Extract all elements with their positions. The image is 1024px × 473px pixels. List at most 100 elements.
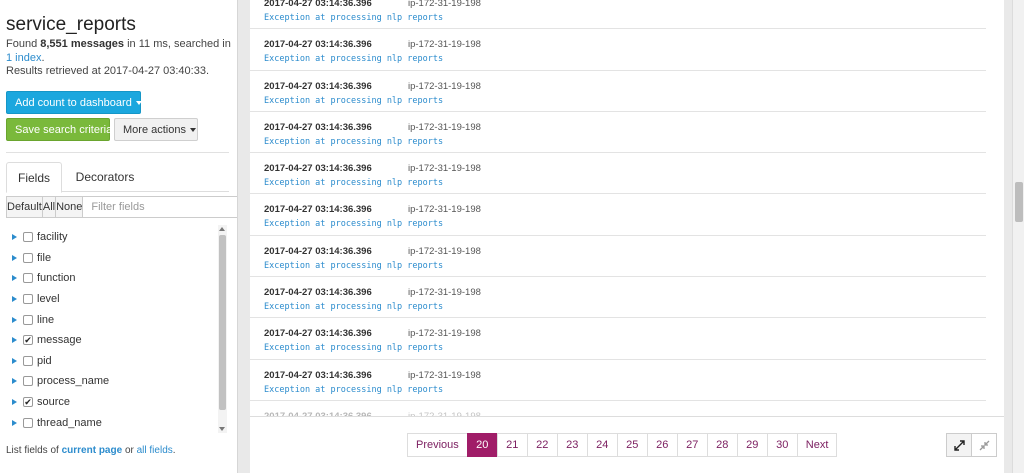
message-timestamp: 2017-04-27 03:14:36.396 xyxy=(264,163,372,175)
message-text: Exception at processing nlp reports xyxy=(264,13,444,23)
expand-toggle-group xyxy=(946,433,997,457)
field-checkbox[interactable]: ✔ xyxy=(23,397,33,408)
page-button-23[interactable]: 23 xyxy=(556,433,588,457)
message-timestamp: 2017-04-27 03:14:36.396 xyxy=(264,204,372,216)
all-fields-link[interactable]: all fields xyxy=(137,445,173,456)
sidebar-tabs: Fields Decorators xyxy=(6,162,229,193)
message-row[interactable]: 2017-04-27 03:14:36.396 ip-172-31-19-198 E… xyxy=(250,360,986,401)
message-row[interactable]: 2017-04-27 03:14:36.396 ip-172-31-19-198 E… xyxy=(250,194,986,236)
page-button-30[interactable]: 30 xyxy=(766,433,798,457)
message-row[interactable]: 2017-04-27 03:14:36.396 ip-172-31-19-198 E… xyxy=(250,318,986,360)
message-row[interactable]: 2017-04-27 03:14:36.396 ip-172-31-19-198 E… xyxy=(250,236,986,278)
message-count: 8,551 messages xyxy=(40,38,125,50)
message-source: ip-172-31-19-198 xyxy=(408,0,481,9)
tab-decorators[interactable]: Decorators xyxy=(66,162,144,192)
more-actions-button[interactable]: More actions xyxy=(114,118,198,141)
field-checkbox[interactable] xyxy=(23,417,33,428)
all-fields-button[interactable]: All xyxy=(41,196,57,218)
stream-title: service_reports xyxy=(6,14,136,35)
field-item-file[interactable]: file xyxy=(6,248,218,269)
page-button-22[interactable]: 22 xyxy=(526,433,558,457)
field-label: facility xyxy=(37,231,68,244)
field-checkbox[interactable] xyxy=(23,273,33,284)
search-summary: Found 8,551 messages in 11 ms, searched … xyxy=(6,38,231,77)
field-checkbox[interactable] xyxy=(23,252,33,263)
expand-triangle-icon[interactable] xyxy=(12,399,17,406)
pagination: Previous 20 21 22 23 24 25 26 27 28 29 30 Next xyxy=(407,433,838,457)
default-fields-button[interactable]: Default xyxy=(6,196,43,218)
field-checkbox[interactable]: ✔ xyxy=(23,335,33,346)
field-checkbox[interactable] xyxy=(23,314,33,325)
expand-triangle-icon[interactable] xyxy=(12,419,17,426)
previous-page-button[interactable]: Previous xyxy=(407,433,468,457)
field-item-function[interactable]: function xyxy=(6,268,218,289)
expand-triangle-icon[interactable] xyxy=(12,378,17,385)
field-item-line[interactable]: line xyxy=(6,309,218,330)
page-button-28[interactable]: 28 xyxy=(706,433,738,457)
field-item-facility[interactable]: facility xyxy=(6,227,218,248)
page-button-26[interactable]: 26 xyxy=(646,433,678,457)
no-fields-button[interactable]: None xyxy=(55,196,84,218)
retrieved-time: Results retrieved at 2017-04-27 03:40:33… xyxy=(6,65,210,77)
message-row[interactable]: 2017-04-27 03:14:36.396 ip-172-31-19-198 E… xyxy=(250,277,986,319)
filter-fields-input[interactable] xyxy=(82,196,237,218)
message-row[interactable]: 2017-04-27 03:14:36.396 ip-172-31-19-198 E… xyxy=(250,71,986,112)
field-label: process_name xyxy=(37,375,110,388)
message-source: ip-172-31-19-198 xyxy=(408,163,481,175)
field-list-scrollbar[interactable] xyxy=(218,225,227,433)
field-item-pid[interactable]: pid xyxy=(6,351,218,372)
field-item-message[interactable]: ✔ message xyxy=(6,330,218,351)
field-item-thread_name[interactable]: thread_name xyxy=(6,412,218,433)
list-fields-note: List fields of current page or all field… xyxy=(6,445,176,456)
field-label: function xyxy=(37,272,76,285)
expand-triangle-icon[interactable] xyxy=(12,316,17,323)
message-timestamp: 2017-04-27 03:14:36.396 xyxy=(264,369,372,381)
current-page-link[interactable]: current page xyxy=(62,445,123,456)
index-link[interactable]: 1 index xyxy=(6,52,41,64)
field-checkbox[interactable] xyxy=(23,376,33,387)
compress-icon[interactable] xyxy=(971,433,997,457)
message-timestamp: 2017-04-27 03:14:36.396 xyxy=(264,39,372,51)
page-button-20[interactable]: 20 xyxy=(466,433,498,457)
caret-down-icon xyxy=(189,127,196,132)
message-timestamp: 2017-04-27 03:14:36.396 xyxy=(264,121,372,133)
tab-fields[interactable]: Fields xyxy=(6,162,62,193)
expand-icon[interactable] xyxy=(946,433,972,457)
next-page-button[interactable]: Next xyxy=(796,433,838,457)
message-row[interactable]: 2017-04-27 03:14:36.396 ip-172-31-19-198 E… xyxy=(250,29,986,71)
scroll-up-arrow-icon[interactable] xyxy=(219,227,225,231)
expand-triangle-icon[interactable] xyxy=(12,254,17,261)
field-checkbox[interactable] xyxy=(23,355,33,366)
message-text: Exception at processing nlp reports xyxy=(264,54,444,65)
field-label: line xyxy=(37,313,55,326)
field-checkbox[interactable] xyxy=(23,232,33,243)
field-list: facility file function level line ✔ message pid… xyxy=(6,227,218,434)
page-button-21[interactable]: 21 xyxy=(496,433,528,457)
page-scrollbar-thumb[interactable] xyxy=(1015,182,1023,222)
field-label: thread_name xyxy=(37,416,102,429)
scroll-down-arrow-icon[interactable] xyxy=(219,427,225,431)
message-row[interactable]: 2017-04-27 03:14:36.396 ip-172-31-19-198 E… xyxy=(250,112,986,154)
field-item-level[interactable]: level xyxy=(6,289,218,310)
expand-triangle-icon[interactable] xyxy=(12,234,17,241)
message-source: ip-172-31-19-198 xyxy=(408,245,481,257)
expand-triangle-icon[interactable] xyxy=(12,357,17,364)
expand-triangle-icon[interactable] xyxy=(12,296,17,303)
expand-triangle-icon[interactable] xyxy=(12,275,17,282)
field-item-process_name[interactable]: process_name xyxy=(6,371,218,392)
message-row[interactable]: 2017-04-27 03:14:36.396 ip-172-31-19-198 E… xyxy=(250,153,986,195)
page-button-29[interactable]: 29 xyxy=(736,433,768,457)
add-count-to-dashboard-button[interactable]: Add count to dashboard xyxy=(6,91,142,114)
save-search-criteria-button[interactable]: Save search criteria xyxy=(6,118,112,141)
expand-triangle-icon[interactable] xyxy=(12,337,17,344)
field-label: message xyxy=(37,334,82,347)
page-scrollbar[interactable] xyxy=(1012,0,1024,473)
field-item-source[interactable]: ✔ source xyxy=(6,392,218,413)
page-button-24[interactable]: 24 xyxy=(586,433,618,457)
message-source: ip-172-31-19-198 xyxy=(408,287,481,299)
field-checkbox[interactable] xyxy=(23,294,33,305)
scrollbar-thumb[interactable] xyxy=(219,235,226,410)
page-button-25[interactable]: 25 xyxy=(616,433,648,457)
page-button-27[interactable]: 27 xyxy=(676,433,708,457)
message-row[interactable]: 2017-04-27 03:14:36.396 ip-172-31-19-198 E… xyxy=(250,0,986,30)
